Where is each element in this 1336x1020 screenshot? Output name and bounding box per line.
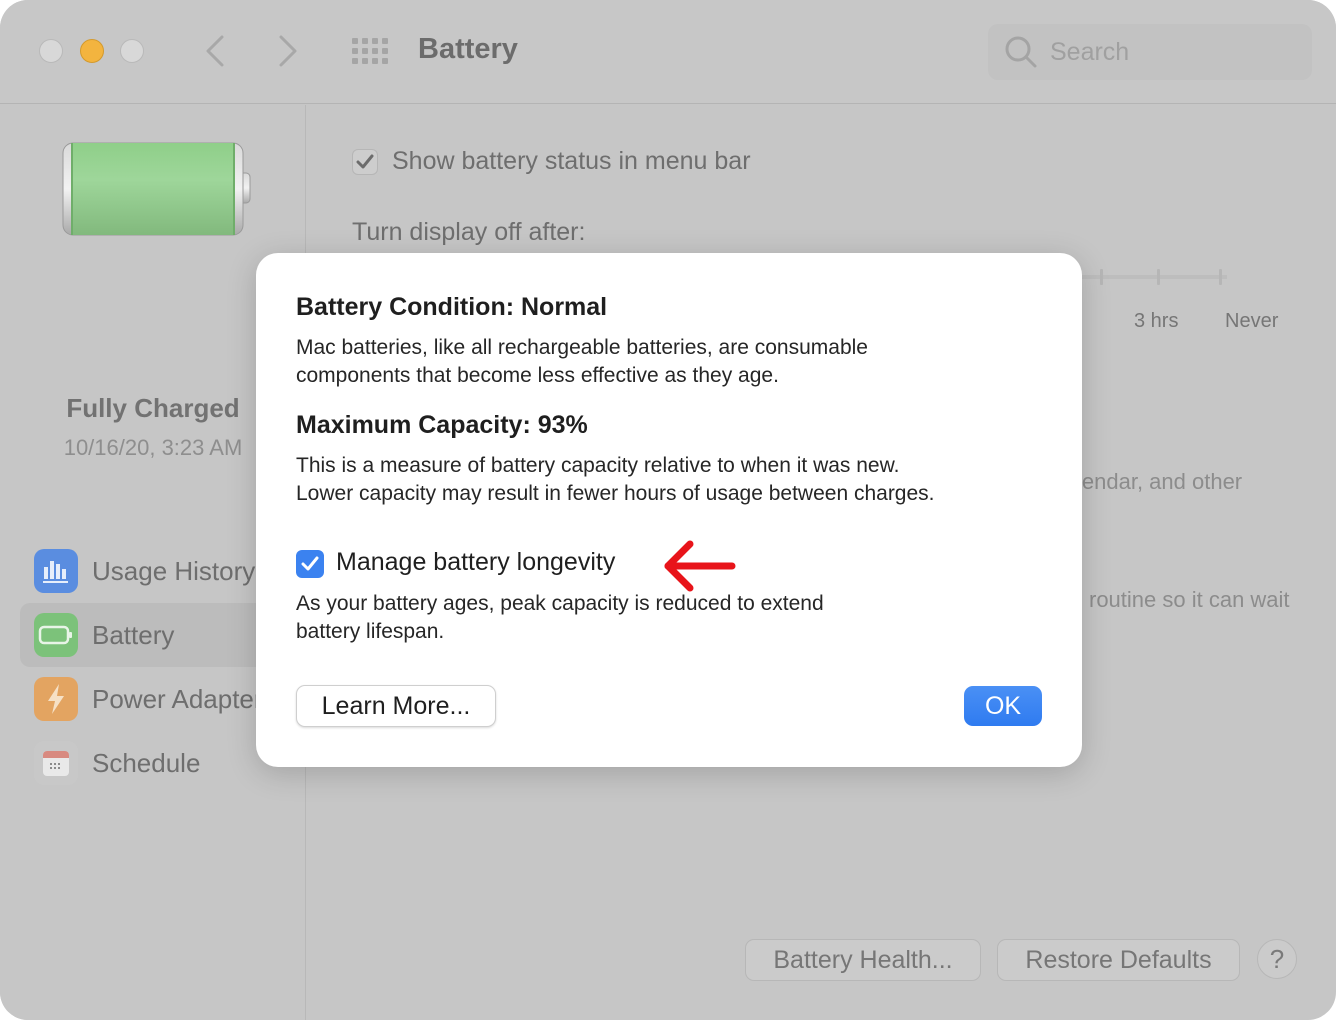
back-button[interactable]	[200, 34, 230, 68]
capacity-text-line-2: Lower capacity may result in fewer hours…	[296, 482, 935, 505]
forward-button[interactable]	[273, 34, 303, 68]
chevron-right-icon	[279, 35, 297, 67]
capacity-text-line-1: This is a measure of battery capacity re…	[296, 454, 900, 477]
manage-longevity-text-line-2: battery lifespan.	[296, 620, 445, 643]
close-window-button[interactable]	[39, 39, 63, 63]
tick-label-never: Never	[1225, 310, 1279, 332]
ok-button[interactable]: OK	[964, 686, 1042, 726]
bar-chart-icon	[34, 549, 78, 593]
manage-longevity-text-line-1: As your battery ages, peak capacity is r…	[296, 592, 824, 615]
display-off-label: Turn display off after:	[352, 218, 586, 246]
battery-condition-text-line-2: components that become less effective as…	[296, 364, 779, 387]
checkmark-icon	[301, 556, 319, 571]
learn-more-button[interactable]: Learn More...	[296, 685, 496, 727]
background-description-text: lendar, and other	[1077, 469, 1243, 494]
manage-longevity-label[interactable]: Manage battery longevity	[336, 548, 615, 577]
sidebar-item-label: Battery	[92, 619, 175, 650]
slider-tick	[1157, 269, 1160, 285]
lightning-icon	[34, 677, 78, 721]
tick-label-3hrs: 3 hrs	[1134, 310, 1179, 332]
show-all-grid-icon[interactable]	[352, 38, 390, 66]
battery-level-icon	[62, 142, 251, 236]
red-annotation-arrow-icon	[664, 540, 736, 592]
help-button[interactable]: ?	[1257, 939, 1297, 979]
manage-longevity-checkbox[interactable]	[296, 550, 324, 578]
show-battery-status-row[interactable]: Show battery status in menu bar	[352, 147, 751, 176]
sidebar-item-label: Power Adapter	[92, 683, 263, 714]
system-preferences-window: Battery Fully Charged	[0, 0, 1336, 1020]
slider-tick	[1219, 269, 1222, 285]
chevron-left-icon	[206, 35, 224, 67]
background-description-text: routine so it can wait	[1089, 587, 1290, 612]
search-icon	[1005, 36, 1037, 68]
search-input[interactable]	[1050, 37, 1290, 67]
battery-health-button[interactable]: Battery Health...	[745, 939, 981, 981]
window-title: Battery	[418, 33, 518, 65]
restore-defaults-button[interactable]: Restore Defaults	[997, 939, 1240, 981]
checkmark-icon	[356, 154, 374, 168]
battery-condition-heading: Battery Condition: Normal	[296, 293, 608, 321]
sidebar-item-label: Usage History	[92, 555, 256, 586]
maximum-capacity-heading: Maximum Capacity: 93%	[296, 411, 588, 439]
zoom-window-button[interactable]	[120, 39, 144, 63]
battery-health-dialog: Battery Condition: Normal Mac batteries,…	[256, 253, 1082, 767]
show-battery-status-checkbox[interactable]	[352, 148, 378, 175]
title-bar: Battery	[0, 0, 1336, 104]
search-field[interactable]	[988, 24, 1312, 80]
battery-condition-text-line-1: Mac batteries, like all rechargeable bat…	[296, 336, 868, 359]
minimize-window-button[interactable]	[80, 39, 104, 63]
show-battery-status-label: Show battery status in menu bar	[392, 147, 751, 175]
calendar-icon	[34, 741, 78, 785]
sidebar-item-label: Schedule	[92, 747, 201, 778]
battery-icon	[34, 613, 78, 657]
slider-tick	[1100, 269, 1103, 285]
